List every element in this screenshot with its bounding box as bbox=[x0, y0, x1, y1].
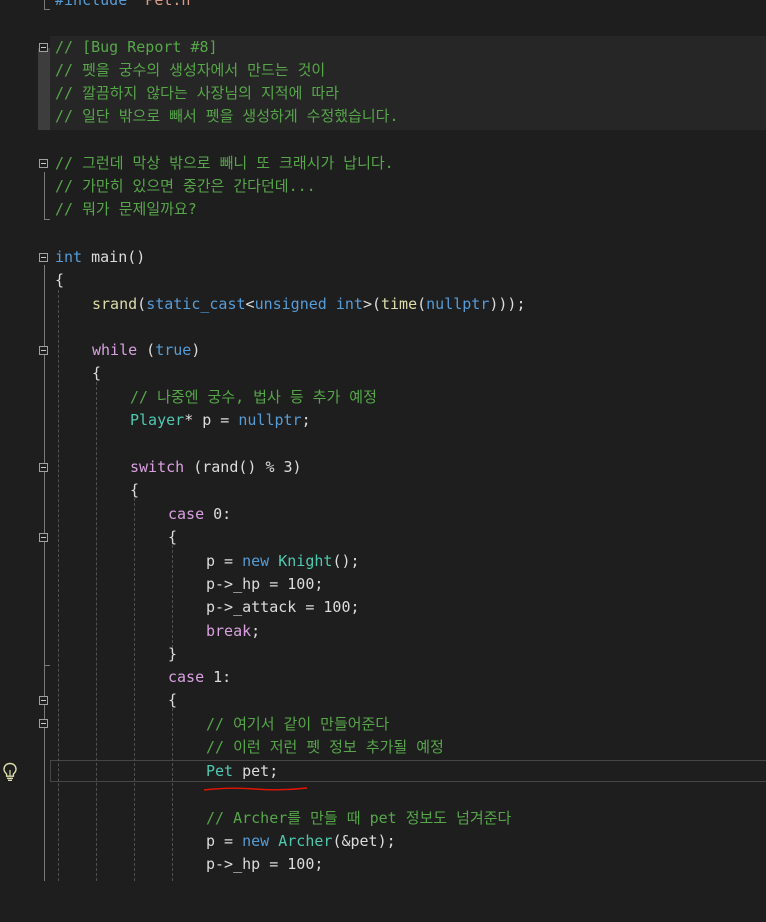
code-line-include: #include "Pet.h" bbox=[55, 0, 200, 9]
code-line-main-open: { bbox=[55, 271, 65, 289]
code-line-pet-decl[interactable]: Pet pet; bbox=[0, 760, 278, 783]
fold-toggle-case0[interactable] bbox=[39, 533, 48, 542]
code-editor[interactable]: #include "Pet.h" // [Bug Report #8] // 펫… bbox=[0, 0, 766, 881]
code-line-attack-0: p->_attack = 100; bbox=[206, 598, 360, 616]
code-line-hp-1: p->_hp = 100; bbox=[206, 855, 324, 873]
code-line-bug-title: // [Bug Report #8] bbox=[55, 38, 218, 56]
error-squiggle bbox=[203, 787, 308, 791]
code-line-pet-info-comment: // 이런 저런 펫 정보 추가될 예정 bbox=[206, 738, 444, 756]
code-line-case1-open: { bbox=[168, 691, 178, 709]
code-line-switch: switch (rand() % 3) bbox=[130, 458, 302, 476]
fold-toggle-question[interactable] bbox=[39, 159, 48, 168]
code-line-case1: case 1: bbox=[168, 668, 232, 686]
code-line-case0-open: { bbox=[168, 528, 178, 546]
fold-toggle-case1[interactable] bbox=[39, 696, 48, 705]
code-line-new-archer: p = new Archer(&pet); bbox=[206, 832, 396, 850]
code-line-todo-comment: // 나중엔 궁수, 법사 등 추가 예정 bbox=[130, 388, 377, 406]
code-line-here-comment: // 여기서 같이 만들어준다 bbox=[206, 715, 390, 733]
code-line-while: while (true) bbox=[92, 341, 201, 359]
code-line-case0-close: } bbox=[168, 645, 178, 663]
code-line-switch-open: { bbox=[130, 481, 140, 499]
current-line-highlight bbox=[50, 760, 766, 782]
fold-toggle-switch[interactable] bbox=[39, 463, 48, 472]
code-line-archer-comment: // Archer를 만들 때 pet 정보도 넘겨준다 bbox=[206, 809, 512, 827]
code-line-srand: srand(static_cast<unsigned int>(time(nul… bbox=[92, 295, 526, 313]
code-line-question-3: // 뭐가 문제일까요? bbox=[55, 200, 197, 218]
code-line-question-2: // 가만히 있으면 중간은 간다던데... bbox=[55, 177, 316, 195]
code-line-bug-1: // 펫을 궁수의 생성자에서 만드는 것이 bbox=[55, 61, 326, 79]
code-line-bug-2: // 깔끔하지 않다는 사장님의 지적에 따라 bbox=[55, 84, 340, 102]
code-line-player-decl: Player* p = nullptr; bbox=[130, 411, 311, 429]
code-line-break: break; bbox=[206, 622, 261, 640]
code-line-question-1: // 그런데 막상 밖으로 빼니 또 크래시가 납니다. bbox=[55, 154, 394, 172]
code-line-hp-0: p->_hp = 100; bbox=[206, 575, 324, 593]
fold-toggle-bug-report[interactable] bbox=[39, 43, 48, 52]
fold-toggle-while[interactable] bbox=[39, 346, 48, 355]
code-line-bug-3: // 일단 밖으로 빼서 펫을 생성하게 수정했습니다. bbox=[55, 107, 399, 125]
code-line-case0: case 0: bbox=[168, 505, 232, 523]
code-line-while-open: { bbox=[92, 364, 102, 382]
code-line-new-knight: p = new Knight(); bbox=[206, 552, 360, 570]
fold-toggle-comment[interactable] bbox=[39, 719, 48, 728]
comment-region-bar bbox=[38, 48, 50, 130]
fold-toggle-main[interactable] bbox=[39, 253, 48, 262]
code-line-main: int main() bbox=[55, 248, 146, 266]
